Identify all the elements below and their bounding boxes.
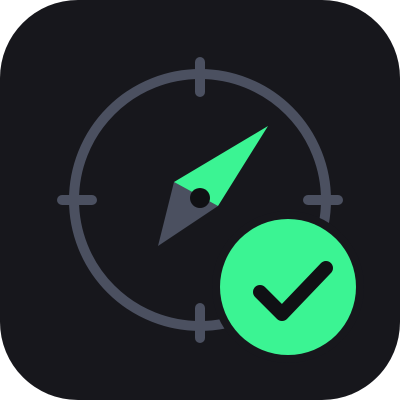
app-icon-graphic bbox=[0, 0, 400, 400]
compass-pivot bbox=[190, 188, 210, 208]
check-badge bbox=[220, 219, 356, 355]
check-badge-icon bbox=[212, 211, 364, 363]
app-icon bbox=[0, 0, 400, 400]
